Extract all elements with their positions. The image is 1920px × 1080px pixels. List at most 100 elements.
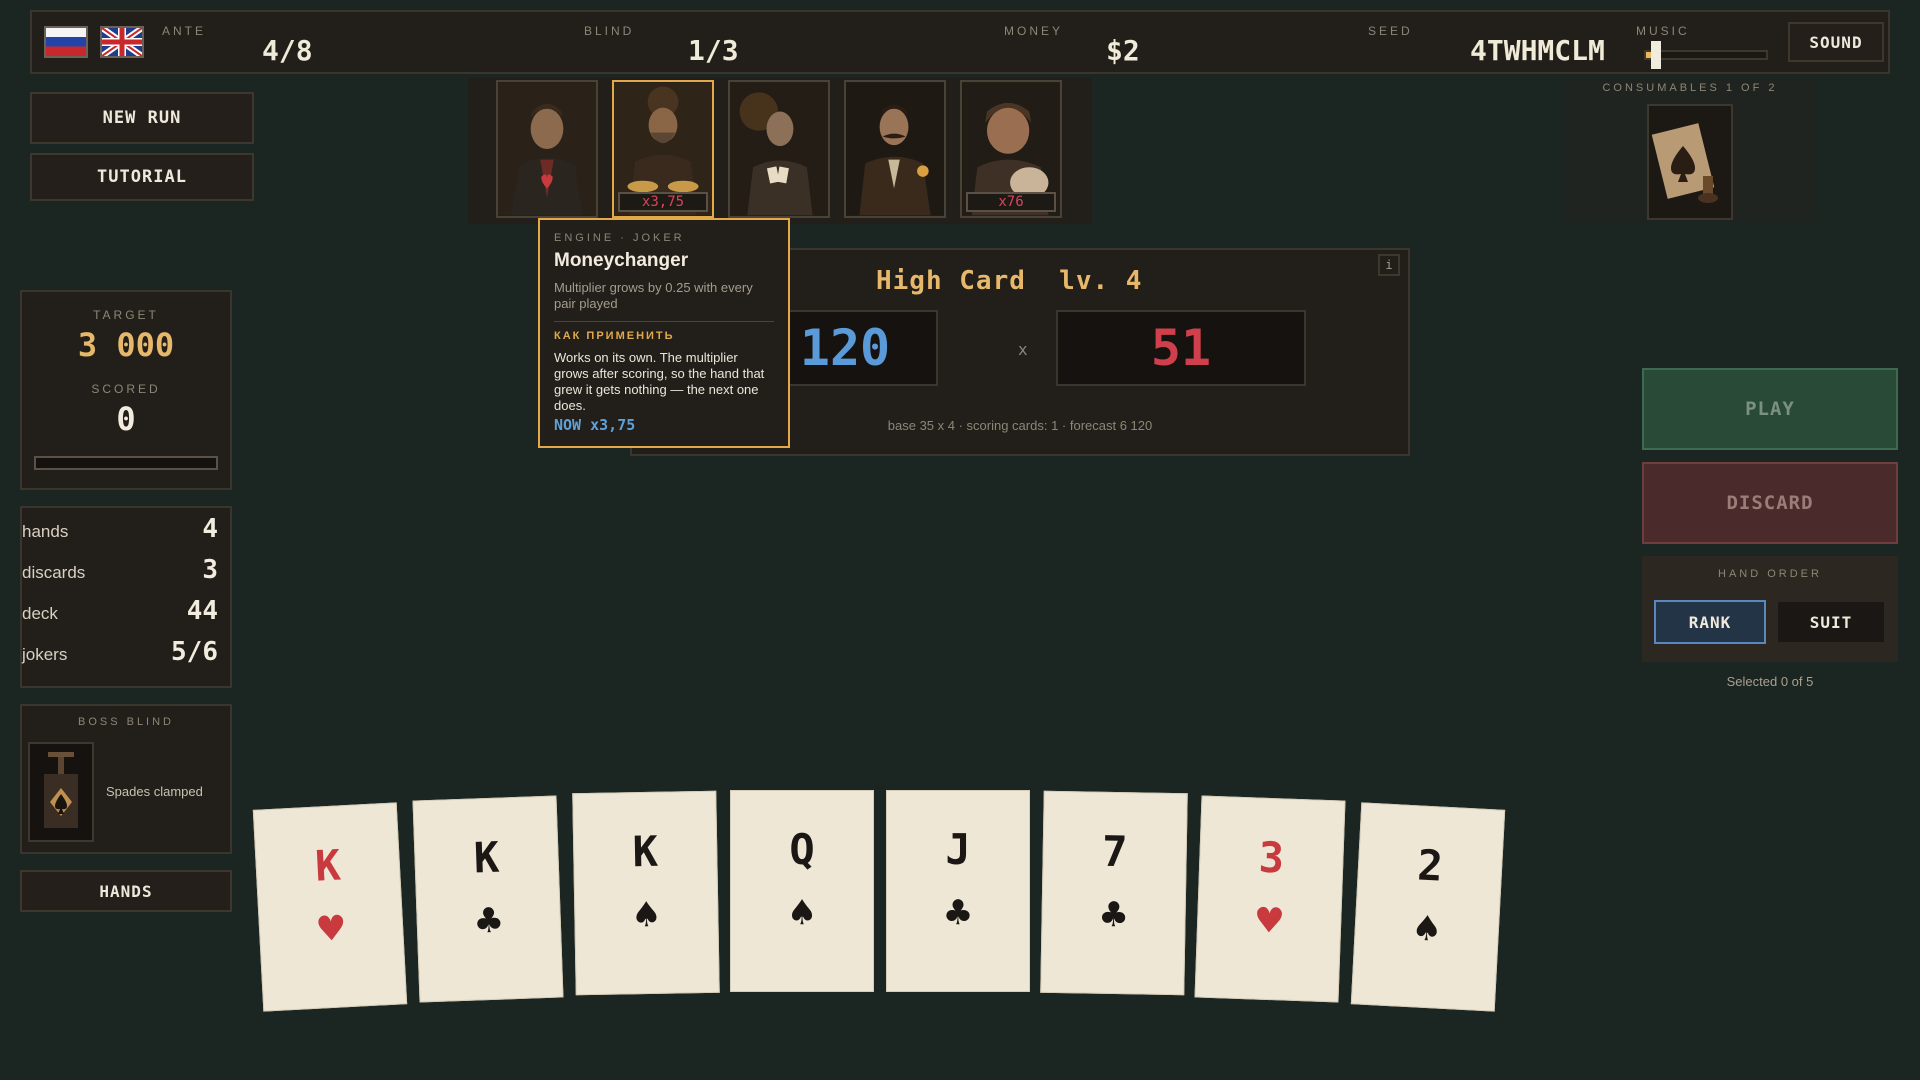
sound-button[interactable]: SOUND <box>1788 22 1884 62</box>
card-rank: 2 <box>1416 840 1445 891</box>
times-sign: x <box>1018 340 1028 359</box>
boss-blind-image <box>28 742 94 842</box>
heart-joker-portrait-icon <box>498 82 596 216</box>
stats-panel: hands 4 discards 3 deck 44 jokers 5/6 <box>20 506 232 688</box>
russian-flag-icon[interactable] <box>44 26 88 58</box>
stat-hands-label: hands <box>22 522 69 541</box>
boss-blind-text: Spades clamped <box>106 784 203 799</box>
hands-button[interactable]: HANDS <box>20 870 232 912</box>
tooltip-now-value: NOW x3,75 <box>554 416 636 434</box>
tooltip-divider <box>554 321 774 322</box>
club-suit-icon: ♣ <box>945 888 971 937</box>
scored-value: 0 <box>116 400 136 438</box>
stat-row-hands: hands 4 <box>22 510 218 550</box>
stat-hands-value: 4 <box>202 514 218 544</box>
target-panel: TARGET 3 000 SCORED 0 <box>20 290 232 490</box>
tooltip-title: Moneychanger <box>554 250 689 271</box>
boss-blind-label: BOSS BLIND <box>77 716 175 728</box>
stat-deck-label: deck <box>22 604 58 623</box>
seed-value: 4TWHMCLM <box>1470 34 1605 67</box>
card-rank: 7 <box>1101 826 1128 877</box>
consumables-label: CONSUMABLES 1 OF 2 <box>1602 82 1778 94</box>
stat-jokers-value: 5/6 <box>171 637 218 667</box>
boss-blind-panel: BOSS BLIND Spades clamped <box>20 704 232 854</box>
tooltip-category: ENGINE · JOKER <box>554 232 685 244</box>
hand-card-j-clubs[interactable]: J ♣ <box>886 790 1030 992</box>
sort-suit-button[interactable]: SUIT <box>1776 600 1886 644</box>
joker-card-heart[interactable] <box>496 80 598 218</box>
stat-row-discards: discards 3 <box>22 551 218 591</box>
top-bar: ANTE 4/8 BLIND 1/3 MONEY $2 SEED 4TWHMCL… <box>30 10 1890 74</box>
discard-button[interactable]: DISCARD <box>1642 462 1898 544</box>
card-rank: 3 <box>1257 832 1285 883</box>
hand-card-2-spades[interactable]: 2 ♠ <box>1350 802 1506 1012</box>
joker-tray: x3,75 x76 <box>468 78 1092 224</box>
music-label: MUSIC <box>1636 24 1690 38</box>
clamp-icon <box>30 744 92 840</box>
card-rank: K <box>473 832 501 883</box>
tutorial-button[interactable]: TUTORIAL <box>30 153 254 201</box>
hand-card-k-spades[interactable]: K ♠ <box>572 790 720 996</box>
target-label: TARGET <box>93 308 159 322</box>
joker-card-moneychanger[interactable]: x3,75 <box>612 80 714 218</box>
music-slider[interactable] <box>1644 41 1768 69</box>
ante-label: ANTE <box>162 24 207 38</box>
hog-mult-badge: x76 <box>966 192 1056 212</box>
target-value: 3 000 <box>77 326 175 364</box>
spade-card-stamp-icon <box>1649 106 1731 218</box>
info-button[interactable]: i <box>1378 254 1400 276</box>
spade-suit-icon: ♠ <box>1412 903 1441 954</box>
spade-suit-icon: ♠ <box>789 888 815 937</box>
music-slider-knob[interactable] <box>1651 41 1662 69</box>
card-rank: K <box>632 826 659 877</box>
consumable-card[interactable] <box>1647 104 1733 220</box>
stat-deck-value: 44 <box>186 596 218 626</box>
score-progress-bar <box>34 456 218 470</box>
hand-card-q-spades[interactable]: Q ♠ <box>730 790 874 992</box>
hand-card-7-clubs[interactable]: 7 ♣ <box>1040 790 1188 996</box>
blind-value: 1/3 <box>688 34 739 67</box>
stat-discards-value: 3 <box>202 555 218 585</box>
hand-card-k-hearts[interactable]: K ♥ <box>252 802 408 1012</box>
stat-discards-label: discards <box>22 563 86 582</box>
sort-rank-button[interactable]: RANK <box>1654 600 1766 644</box>
play-button[interactable]: PLAY <box>1642 368 1898 450</box>
tooltip-how-body: Works on its own. The multiplier grows a… <box>554 350 765 413</box>
stat-row-jokers: jokers 5/6 <box>22 633 218 673</box>
stat-row-deck: deck 44 <box>22 592 218 632</box>
club-suit-icon: ♣ <box>1100 889 1127 940</box>
ante-value: 4/8 <box>262 34 313 67</box>
club-suit-icon: ♣ <box>475 895 503 946</box>
hand-type-label: High Card lv. 4 <box>876 266 1143 296</box>
selected-count: Selected 0 of 5 <box>1726 674 1814 689</box>
card-player-portrait-icon <box>730 82 828 216</box>
uk-flag-icon[interactable] <box>100 26 144 58</box>
new-run-button[interactable]: NEW RUN <box>30 92 254 144</box>
joker-card-mustache[interactable] <box>844 80 946 218</box>
stat-jokers-label: jokers <box>22 645 68 664</box>
moneychanger-mult-badge: x3,75 <box>618 192 708 212</box>
spade-suit-icon: ♠ <box>633 889 660 940</box>
card-rank: K <box>313 840 342 891</box>
blind-label: BLIND <box>584 24 635 38</box>
hand-order-label: HAND ORDER <box>1718 568 1822 580</box>
hand-card-k-clubs[interactable]: K ♣ <box>412 795 564 1003</box>
mustache-portrait-icon <box>846 82 944 216</box>
money-value: $2 <box>1106 34 1140 67</box>
joker-card-player[interactable] <box>728 80 830 218</box>
joker-card-hog[interactable]: x76 <box>960 80 1062 218</box>
heart-suit-icon: ♥ <box>317 903 346 954</box>
consumables-panel: CONSUMABLES 1 OF 2 <box>1565 78 1815 222</box>
scored-label: SCORED <box>91 382 161 396</box>
card-rank: Q <box>789 825 815 874</box>
mult-value: 51 <box>1056 310 1306 386</box>
hand-card-3-hearts[interactable]: 3 ♥ <box>1194 795 1346 1003</box>
card-rank: J <box>945 825 971 874</box>
tooltip-description: Multiplier grows by 0.25 with every pair… <box>554 280 753 311</box>
joker-tooltip: ENGINE · JOKER Moneychanger Multiplier g… <box>538 218 790 448</box>
hand-order-panel: HAND ORDER RANK SUIT <box>1642 556 1898 662</box>
tooltip-how-header: КАК ПРИМЕНИТЬ <box>554 330 675 342</box>
seed-label: SEED <box>1368 24 1413 38</box>
heart-suit-icon: ♥ <box>1255 895 1283 946</box>
money-label: MONEY <box>1004 24 1064 38</box>
